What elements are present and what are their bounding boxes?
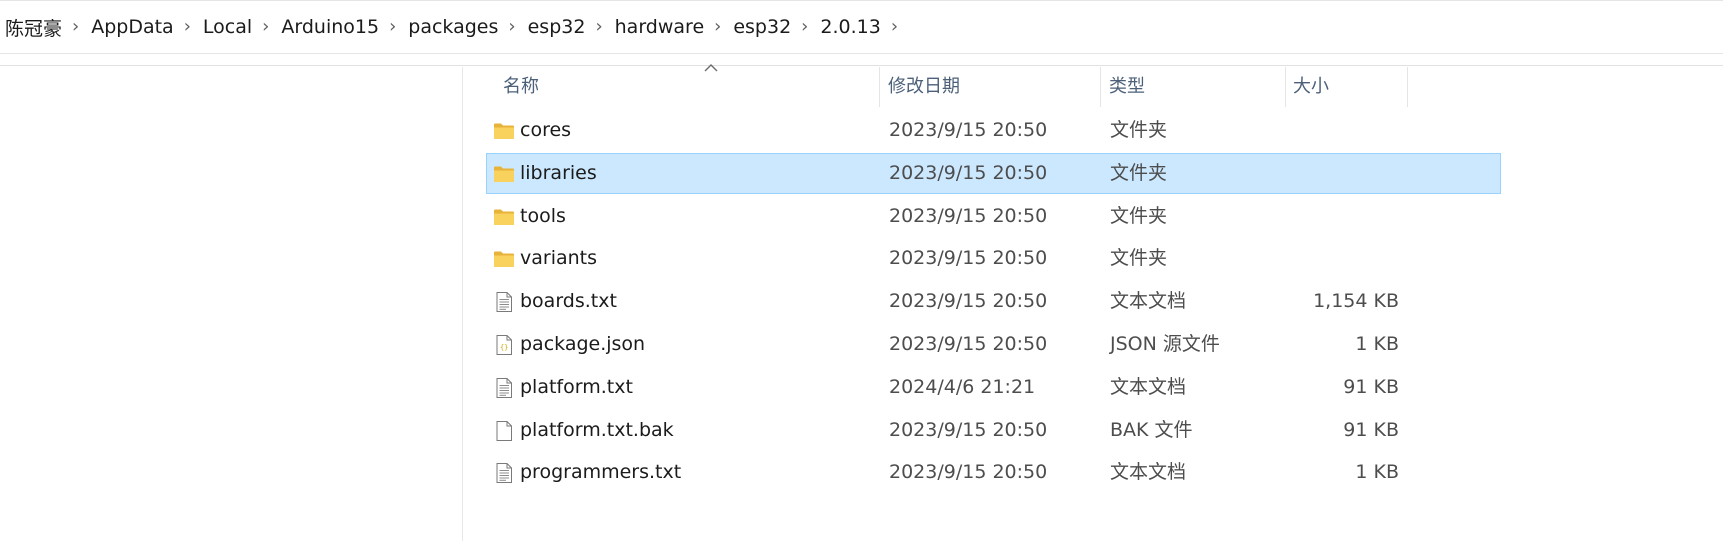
breadcrumb-item[interactable]: esp32 (524, 16, 590, 38)
column-divider[interactable] (1100, 67, 1101, 107)
file-list-view: 名称 修改日期 类型 大小 cores 2023/9/15 20:50 文件夹 lib… (462, 64, 1723, 541)
chevron-right-icon[interactable]: › (256, 18, 277, 36)
column-name-header[interactable]: 名称 (503, 67, 539, 107)
file-date: 2023/9/15 20:50 (889, 247, 1048, 270)
text-file-icon (492, 290, 516, 314)
file-type: 文本文档 (1110, 375, 1187, 398)
folder-icon (492, 247, 516, 271)
file-name: variants (520, 247, 598, 270)
file-name: platform.txt.bak (520, 418, 674, 441)
breadcrumb-item[interactable]: packages (404, 16, 502, 38)
json-file-icon: {} (492, 333, 516, 357)
folder-icon (492, 205, 516, 229)
file-size (1307, 154, 1399, 193)
file-size: 1 KB (1355, 461, 1399, 484)
breadcrumb-item[interactable]: hardware (611, 16, 709, 38)
column-header: 名称 修改日期 类型 大小 (463, 64, 1510, 107)
svg-text:{}: {} (500, 344, 508, 352)
file-date: 2024/4/6 21:21 (889, 375, 1036, 398)
chevron-right-icon[interactable]: › (383, 18, 404, 36)
file-date: 2023/9/15 20:50 (889, 119, 1048, 141)
chevron-right-icon[interactable]: › (502, 18, 523, 36)
file-size: 1,154 KB (1313, 290, 1399, 313)
file-row[interactable]: tools 2023/9/15 20:50 文件夹 (486, 196, 1501, 237)
column-divider[interactable] (879, 67, 880, 107)
file-row[interactable]: programmers.txt 2023/9/15 20:50 文本文档 1 KB (486, 452, 1501, 493)
file-size: 1 KB (1355, 333, 1399, 355)
file-type: 文本文档 (1110, 290, 1187, 313)
chevron-right-icon[interactable]: › (708, 18, 729, 36)
file-row[interactable]: variants 2023/9/15 20:50 文件夹 (486, 238, 1501, 279)
file-name: platform.txt (520, 375, 633, 398)
file-row[interactable]: cores 2023/9/15 20:50 文件夹 (486, 110, 1501, 151)
column-date-header[interactable]: 修改日期 (888, 67, 960, 107)
file-type: 文件夹 (1110, 204, 1168, 227)
file-row[interactable]: libraries 2023/9/15 20:50 文件夹 (486, 152, 1501, 194)
column-divider[interactable] (1285, 67, 1286, 107)
file-size: 91 KB (1343, 375, 1399, 398)
divider (0, 65, 1723, 66)
chevron-right-icon[interactable]: › (795, 18, 816, 36)
file-row[interactable]: boards.txt 2023/9/15 20:50 文本文档 1,154 KB (486, 281, 1501, 322)
breadcrumb-item[interactable]: 2.0.13 (816, 16, 884, 38)
chevron-right-icon[interactable]: › (66, 18, 87, 36)
breadcrumb-item[interactable]: Arduino15 (277, 16, 383, 38)
file-type: 文本文档 (1110, 461, 1187, 484)
breadcrumb: 陈冠豪 › AppData › Local › Arduino15 › packages › esp… (0, 1, 906, 53)
address-bar[interactable]: 陈冠豪 › AppData › Local › Arduino15 › packages › esp… (0, 0, 1723, 54)
file-type: 文件夹 (1110, 247, 1168, 270)
file-type: BAK 文件 (1110, 418, 1193, 441)
file-name: programmers.txt (520, 461, 682, 484)
file-name: libraries (520, 161, 597, 184)
chevron-right-icon[interactable]: › (589, 18, 610, 36)
blank-file-icon (492, 419, 516, 443)
breadcrumb-item[interactable]: esp32 (729, 16, 795, 38)
breadcrumb-item[interactable]: AppData (87, 16, 178, 38)
file-size (1307, 239, 1399, 278)
file-size (1307, 111, 1399, 150)
file-date: 2023/9/15 20:50 (889, 161, 1048, 184)
file-name: package.json (520, 333, 646, 355)
file-type: 文件夹 (1110, 161, 1168, 184)
column-size-header[interactable]: 大小 (1293, 67, 1329, 107)
breadcrumb-item[interactable]: 陈冠豪 (0, 14, 66, 41)
file-row[interactable]: {} package.json 2023/9/15 20:50 JSON 源文件 1 K… (486, 324, 1501, 365)
chevron-right-icon[interactable]: › (885, 18, 906, 36)
folder-icon (492, 162, 516, 186)
folder-icon (492, 119, 516, 143)
file-date: 2023/9/15 20:50 (889, 204, 1048, 227)
file-size: 91 KB (1343, 418, 1399, 441)
file-row[interactable]: platform.txt 2024/4/6 21:21 文本文档 91 KB (486, 367, 1501, 408)
column-type-header[interactable]: 类型 (1109, 67, 1145, 107)
text-file-icon (492, 461, 516, 485)
sort-ascending-icon (704, 64, 718, 72)
file-date: 2023/9/15 20:50 (889, 418, 1048, 441)
column-divider[interactable] (1407, 67, 1408, 107)
file-name: boards.txt (520, 290, 617, 313)
file-name: cores (520, 119, 572, 141)
file-name: tools (520, 204, 566, 227)
file-type: JSON 源文件 (1110, 333, 1220, 355)
file-date: 2023/9/15 20:50 (889, 461, 1048, 484)
file-size (1307, 197, 1399, 236)
file-row[interactable]: platform.txt.bak 2023/9/15 20:50 BAK 文件 91 … (486, 410, 1501, 451)
text-file-icon (492, 376, 516, 400)
chevron-right-icon[interactable]: › (178, 18, 199, 36)
file-date: 2023/9/15 20:50 (889, 333, 1048, 355)
breadcrumb-item[interactable]: Local (199, 16, 256, 38)
file-date: 2023/9/15 20:50 (889, 290, 1048, 313)
file-type: 文件夹 (1110, 119, 1168, 141)
